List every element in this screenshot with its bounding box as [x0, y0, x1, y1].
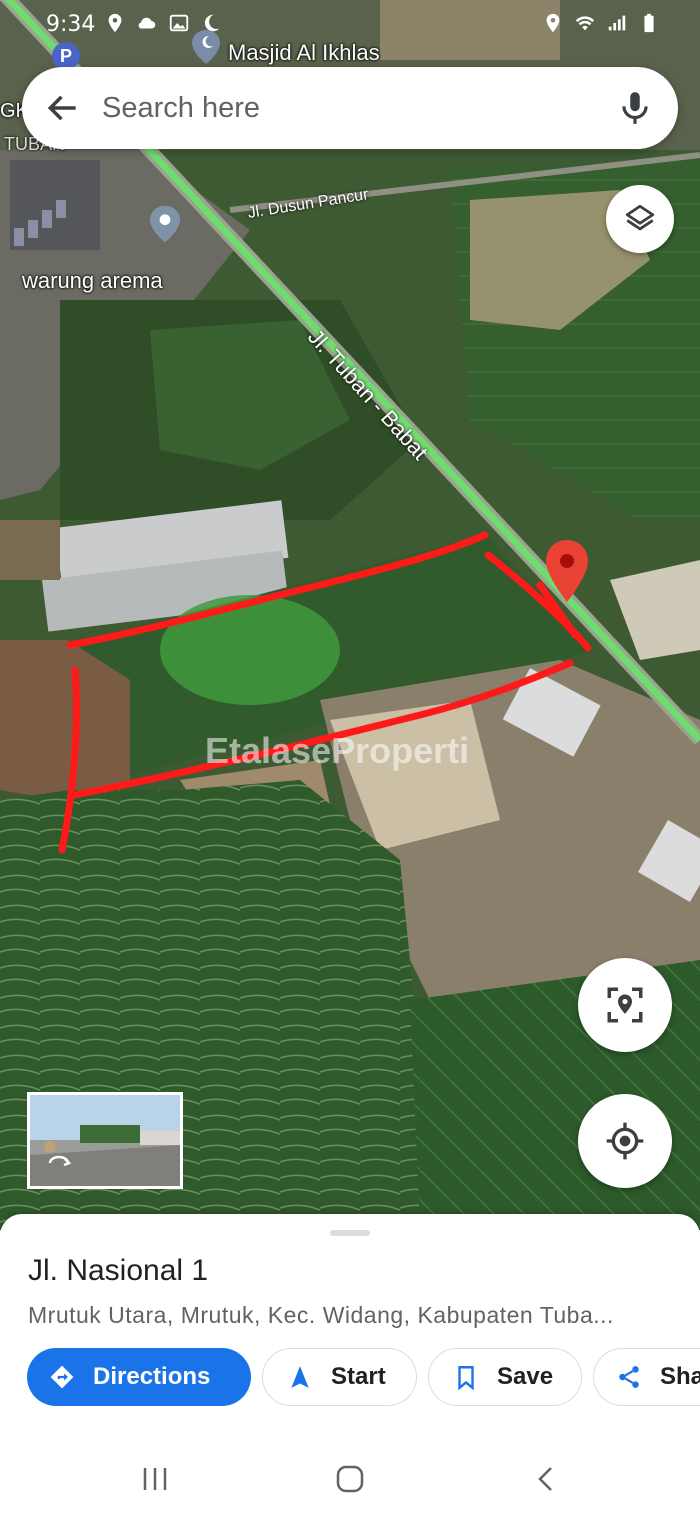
explore-nearby-button[interactable]	[578, 958, 672, 1052]
place-address: Mrutuk Utara, Mrutuk, Kec. Widang, Kabup…	[28, 1302, 614, 1328]
share-icon	[619, 1366, 639, 1388]
battery-icon	[644, 13, 654, 33]
image-icon	[169, 14, 189, 32]
status-time: 9:34	[46, 12, 96, 37]
place-title: Jl. Nasional 1	[28, 1254, 209, 1287]
bookmark-icon	[458, 1366, 474, 1390]
watermark: EtalaseProperti	[205, 730, 470, 771]
start-button[interactable]: Start	[262, 1348, 417, 1406]
parking-marker[interactable]: P	[52, 42, 80, 70]
search-input[interactable]	[102, 89, 582, 127]
location-icon	[108, 13, 122, 33]
home-icon[interactable]	[335, 1464, 365, 1494]
start-label: Start	[331, 1363, 386, 1390]
directions-button[interactable]: Directions	[27, 1348, 251, 1406]
masjid-label[interactable]: Masjid Al Ikhlas	[228, 40, 380, 66]
location-icon	[546, 13, 560, 33]
microphone-icon[interactable]	[616, 89, 654, 127]
street-view-thumbnail[interactable]	[27, 1092, 183, 1189]
back-icon[interactable]	[535, 1466, 557, 1492]
system-navigation-bar	[0, 1440, 700, 1517]
save-button[interactable]: Save	[428, 1348, 582, 1406]
satellite-map[interactable]: 9:34 P Masjid Al Ikhlas GK TUBAN warung …	[0, 0, 700, 1230]
back-arrow-icon[interactable]	[44, 89, 82, 127]
location-marker[interactable]	[546, 540, 588, 602]
directions-icon	[50, 1365, 74, 1389]
directions-label: Directions	[93, 1363, 211, 1390]
cloud-icon	[138, 17, 156, 29]
signal-icon	[608, 15, 626, 31]
drag-handle[interactable]	[330, 1230, 370, 1236]
recent-apps-icon[interactable]	[140, 1466, 170, 1492]
wifi-icon	[575, 16, 595, 31]
warung-marker[interactable]	[150, 205, 180, 243]
my-location-button[interactable]	[578, 1094, 672, 1188]
mosque-marker[interactable]	[192, 30, 220, 64]
share-label: Sha	[660, 1363, 700, 1390]
place-pin-icon	[150, 205, 180, 243]
warung-label[interactable]: warung arema	[22, 268, 163, 294]
street-view-image	[30, 1095, 180, 1186]
mosque-icon	[192, 30, 220, 64]
layers-icon	[625, 204, 655, 231]
layers-button[interactable]	[606, 185, 674, 253]
satellite-imagery	[0, 0, 700, 1230]
my-location-icon	[606, 1122, 644, 1160]
parking-label: P	[59, 45, 72, 66]
navigation-arrow-icon	[291, 1366, 309, 1388]
search-bar[interactable]	[22, 67, 678, 149]
save-label: Save	[497, 1363, 554, 1390]
share-button[interactable]: Sha	[593, 1348, 700, 1406]
location-scan-icon	[607, 987, 643, 1023]
red-pin-icon	[546, 540, 588, 602]
